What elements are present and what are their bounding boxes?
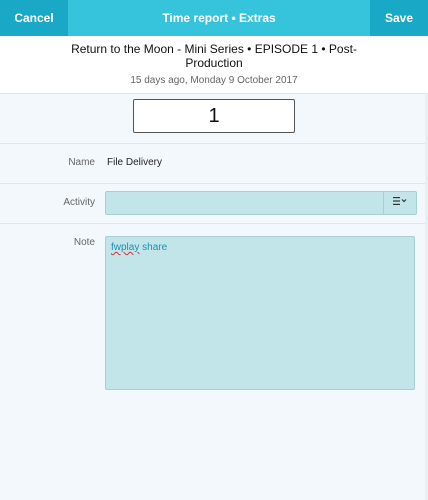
quantity-input[interactable]: 1 (133, 99, 295, 133)
note-textarea[interactable]: fwplay share (105, 236, 415, 390)
list-dropdown-icon[interactable] (383, 192, 416, 214)
activity-select[interactable] (105, 191, 417, 215)
report-date: 15 days ago, Monday 9 October 2017 (130, 75, 298, 86)
note-label: Note (73, 237, 95, 248)
name-row: Name File Delivery (0, 143, 428, 184)
activity-row: Activity (0, 183, 428, 224)
list-dropdown-icon-svg (393, 197, 407, 205)
name-label: Name (68, 157, 95, 168)
activity-label: Activity (63, 197, 95, 208)
project-header: Return to the Moon - Mini Series • EPISO… (0, 36, 428, 94)
note-word: share (142, 242, 168, 253)
page-title: Time report • Extras (162, 11, 276, 25)
top-bar: Cancel Time report • Extras Save (0, 0, 428, 36)
project-title: Return to the Moon - Mini Series • EPISO… (71, 42, 357, 70)
note-word-misspelled: fwplay (111, 242, 140, 253)
save-button[interactable]: Save (370, 0, 428, 36)
cancel-button[interactable]: Cancel (0, 0, 68, 36)
quantity-row: 1 (0, 93, 428, 144)
name-value: File Delivery (107, 157, 163, 168)
note-row: Note fwplay share (0, 223, 428, 500)
